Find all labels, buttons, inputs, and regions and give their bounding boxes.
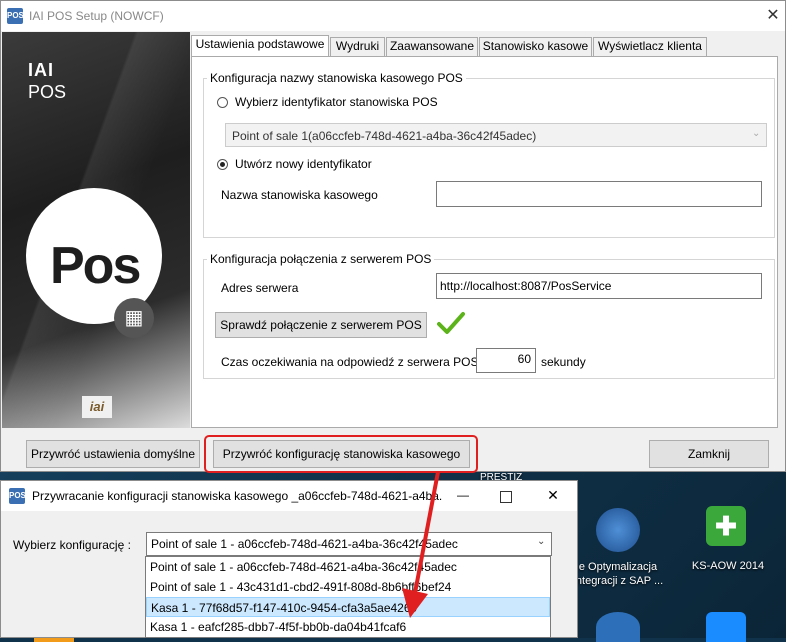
optimization-app-icon[interactable] (596, 508, 640, 552)
restore-config-button[interactable]: Przywróć konfigurację stanowiska kasoweg… (213, 440, 470, 468)
dropdown-option-highlighted[interactable]: Kasa 1 - 77f68d57-f147-410c-9454-cfa3a5a… (146, 597, 550, 617)
close-icon[interactable]: ✕ (543, 485, 563, 505)
timeout-label: Czas oczekiwania na odpowiedź z serwera … (221, 355, 479, 369)
config-label: Wybierz konfigurację : (13, 538, 131, 552)
tab-customer-display[interactable]: Wyświetlacz klienta (593, 37, 707, 56)
radio-existing-id[interactable] (217, 97, 228, 108)
iai-logo: iai (82, 396, 112, 418)
restore-defaults-button[interactable]: Przywróć ustawienia domyślne (26, 440, 200, 468)
dialog-title-bar: POS Przywracanie konfiguracji stanowiska… (1, 481, 577, 511)
desktop-icon-label[interactable]: KS-AOW 2014 (686, 560, 770, 572)
calculator-icon: ▦ (114, 298, 154, 338)
brand-pos: POS (28, 82, 67, 102)
main-window: POS IAI POS Setup (NOWCF) ✕ IAI POS Pos … (0, 0, 786, 473)
brand-panel: IAI POS Pos ▦ iai (2, 32, 190, 428)
close-button[interactable]: Zamknij (649, 440, 769, 468)
config-dropdown-list: Point of sale 1 - a06ccfeb-748d-4621-a4b… (145, 556, 551, 638)
minimize-icon[interactable]: — (453, 485, 473, 505)
timeout-input[interactable]: 60 (476, 348, 536, 373)
station-name-label: Nazwa stanowiska kasowego (221, 188, 378, 202)
chevron-down-icon: ⌄ (537, 536, 546, 547)
desktop-icon-label[interactable]: e Optymalizacja Integracji z SAP ... (566, 560, 670, 588)
timeout-unit: sekundy (541, 355, 586, 369)
ks-aow-icon[interactable]: ✚ (706, 506, 746, 546)
tab-advanced[interactable]: Zaawansowane (386, 37, 478, 56)
annotation-arrow (402, 471, 440, 618)
maximize-icon[interactable] (500, 491, 512, 503)
existing-id-value: Point of sale 1(a06ccfeb-748d-4621-a4ba-… (232, 129, 537, 143)
server-address-label: Adres serwera (221, 281, 299, 295)
chevron-down-icon: ⌄ (752, 128, 761, 139)
check-connection-button[interactable]: Sprawdź połączenie z serwerem POS (215, 312, 427, 338)
title-bar: POS IAI POS Setup (NOWCF) ✕ (1, 1, 785, 31)
close-icon[interactable]: ✕ (761, 5, 785, 27)
window-title: IAI POS Setup (NOWCF) (29, 9, 164, 23)
dropdown-option[interactable]: Point of sale 1 - a06ccfeb-748d-4621-a4b… (146, 557, 550, 577)
check-icon (437, 311, 465, 335)
tab-pos-station[interactable]: Stanowisko kasowe (479, 37, 592, 56)
server-address-input[interactable]: http://localhost:8087/PosService (436, 273, 762, 299)
group-title: Konfiguracja nazwy stanowiska kasowego P… (207, 71, 466, 85)
radio-new-label[interactable]: Utwórz nowy identyfikator (235, 157, 372, 171)
app-icon: POS (9, 488, 26, 504)
tab-printouts[interactable]: Wydruki (330, 37, 385, 56)
radio-existing-label[interactable]: Wybierz identyfikator stanowiska POS (235, 95, 438, 109)
station-name-input[interactable] (436, 181, 762, 207)
dropdown-option[interactable]: Point of sale 1 - 43c431d1-cbd2-491f-808… (146, 577, 550, 597)
group-title: Konfiguracja połączenia z serwerem POS (207, 252, 435, 266)
dialog-title: Przywracanie konfiguracji stanowiska kas… (32, 489, 442, 503)
brand-logo-text: Pos (50, 237, 141, 295)
dropdown-option[interactable]: Kasa 1 - eafcf285-dbb7-4f5f-bb0b-da04b41… (146, 617, 550, 637)
config-select[interactable]: Point of sale 1 - a06ccfeb-748d-4621-a4b… (146, 532, 552, 556)
brand-iai: IAI (28, 60, 55, 80)
app-icon: POS (7, 8, 24, 24)
existing-id-select: Point of sale 1(a06ccfeb-748d-4621-a4ba-… (225, 123, 767, 147)
tab-basic-settings[interactable]: Ustawienia podstawowe (191, 35, 329, 56)
radio-new-id[interactable] (217, 159, 228, 170)
